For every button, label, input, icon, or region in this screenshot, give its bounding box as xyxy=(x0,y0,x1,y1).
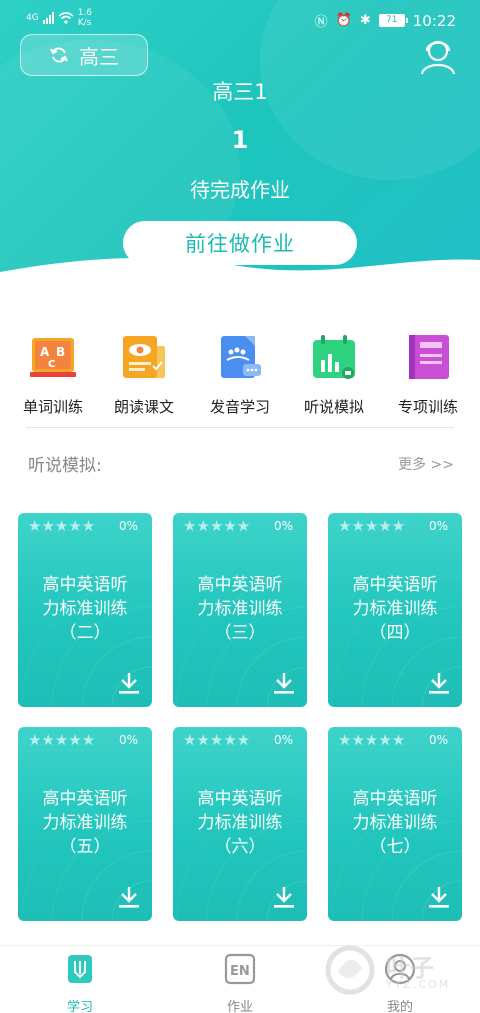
en-icon: EN xyxy=(224,953,256,985)
listening-chart-icon xyxy=(313,335,355,379)
download-icon[interactable] xyxy=(273,671,295,695)
download-icon[interactable] xyxy=(273,885,295,909)
practice-card[interactable]: ★★★★★ 0% 高中英语听 力标准训练 （六） xyxy=(173,727,307,921)
category-listening-speaking[interactable]: 听说模拟 xyxy=(286,332,382,417)
grade-switch-label: 高三 xyxy=(79,44,119,69)
download-icon[interactable] xyxy=(118,885,140,909)
tab-homework[interactable]: EN 作业 xyxy=(180,952,300,1013)
go-to-homework-button[interactable]: 前往做作业 xyxy=(123,221,357,265)
battery-icon: 71 xyxy=(378,14,408,27)
leaf-logo-icon xyxy=(325,945,375,995)
category-label: 发音学习 xyxy=(209,398,270,416)
svg-text:A: A xyxy=(40,345,50,359)
abc-board-icon: A B C xyxy=(30,338,76,377)
download-icon[interactable] xyxy=(428,671,450,695)
practice-card[interactable]: ★★★★★ 0% 高中英语听 力标准训练 （七） xyxy=(328,727,462,921)
wifi-icon xyxy=(58,12,74,24)
progress-percent: 0% xyxy=(273,733,293,747)
category-read-text[interactable]: 朗读课文 xyxy=(96,332,192,417)
category-word-training[interactable]: A B C 单词训练 xyxy=(5,332,101,417)
progress-percent: 0% xyxy=(118,733,138,747)
rating-stars: ★★★★★ xyxy=(28,731,96,749)
tab-label: 作业 xyxy=(226,1000,253,1013)
svg-text:B: B xyxy=(56,345,65,359)
bluetooth-icon: ✱ xyxy=(359,13,371,28)
user-profile-icon[interactable] xyxy=(418,36,458,76)
progress-percent: 0% xyxy=(428,519,448,533)
category-row: A B C 单词训练 朗读课文 发音学习 听说模拟 专项训练 xyxy=(0,332,480,422)
network-speed: 1.6 K/s xyxy=(77,8,93,28)
card-title: 高中英语听 力标准训练 （六） xyxy=(197,789,283,857)
section-title: 听说模拟: xyxy=(28,456,102,476)
clock: 10:22 xyxy=(412,11,456,30)
card-title: 高中英语听 力标准训练 （七） xyxy=(352,789,438,857)
category-pronunciation[interactable]: 发音学习 xyxy=(192,332,288,417)
practice-card[interactable]: ★★★★★ 0% 高中英语听 力标准训练 （二） xyxy=(18,513,152,707)
download-icon[interactable] xyxy=(428,885,450,909)
progress-percent: 0% xyxy=(428,733,448,747)
signal-icon xyxy=(42,12,54,24)
svg-text:EN: EN xyxy=(230,964,250,979)
pending-homework-label: 待完成作业 xyxy=(190,178,290,202)
card-title: 高中英语听 力标准训练 （三） xyxy=(197,575,283,643)
progress-percent: 0% xyxy=(273,519,293,533)
section-divider xyxy=(26,427,454,428)
refresh-icon xyxy=(50,47,68,63)
category-label: 朗读课文 xyxy=(113,398,174,416)
card-title: 高中英语听 力标准训练 （二） xyxy=(42,575,128,643)
tab-label: 我的 xyxy=(386,1000,413,1013)
special-book-icon xyxy=(409,335,449,379)
study-pencil-icon xyxy=(68,955,92,983)
card-title: 高中英语听 力标准训练 （五） xyxy=(42,789,128,857)
practice-card[interactable]: ★★★★★ 0% 高中英语听 力标准训练 （四） xyxy=(328,513,462,707)
card-title: 高中英语听 力标准训练 （四） xyxy=(352,575,438,643)
svg-text:C: C xyxy=(48,359,55,370)
alarm-icon: ⏰ xyxy=(335,13,352,28)
class-name: 高三1 xyxy=(212,80,268,104)
more-link[interactable]: 更多 >> xyxy=(398,454,454,474)
watermark-logo: 叶子 YYZ.COM xyxy=(322,942,472,998)
rating-stars: ★★★★★ xyxy=(183,731,251,749)
category-special-training[interactable]: 专项训练 xyxy=(380,332,476,417)
progress-percent: 0% xyxy=(118,519,138,533)
category-label: 专项训练 xyxy=(397,398,458,416)
pending-homework-count: 1 xyxy=(231,126,249,154)
nfc-icon: Ⓝ xyxy=(314,15,328,30)
rating-stars: ★★★★★ xyxy=(183,517,251,535)
rating-stars: ★★★★★ xyxy=(338,731,406,749)
rating-stars: ★★★★★ xyxy=(28,517,96,535)
reading-eye-icon xyxy=(123,336,165,378)
rating-stars: ★★★★★ xyxy=(338,517,406,535)
tab-label: 学习 xyxy=(66,1000,93,1013)
category-label: 听说模拟 xyxy=(303,398,364,416)
tab-study[interactable]: 学习 xyxy=(20,952,140,1013)
practice-card[interactable]: ★★★★★ 0% 高中英语听 力标准训练 （五） xyxy=(18,727,152,921)
pronunciation-icon xyxy=(221,336,261,378)
category-label: 单词训练 xyxy=(22,398,83,416)
practice-card[interactable]: ★★★★★ 0% 高中英语听 力标准训练 （三） xyxy=(173,513,307,707)
download-icon[interactable] xyxy=(118,671,140,695)
network-type: 4G xyxy=(26,13,39,23)
grade-switch-button[interactable]: 高三 xyxy=(20,34,148,76)
